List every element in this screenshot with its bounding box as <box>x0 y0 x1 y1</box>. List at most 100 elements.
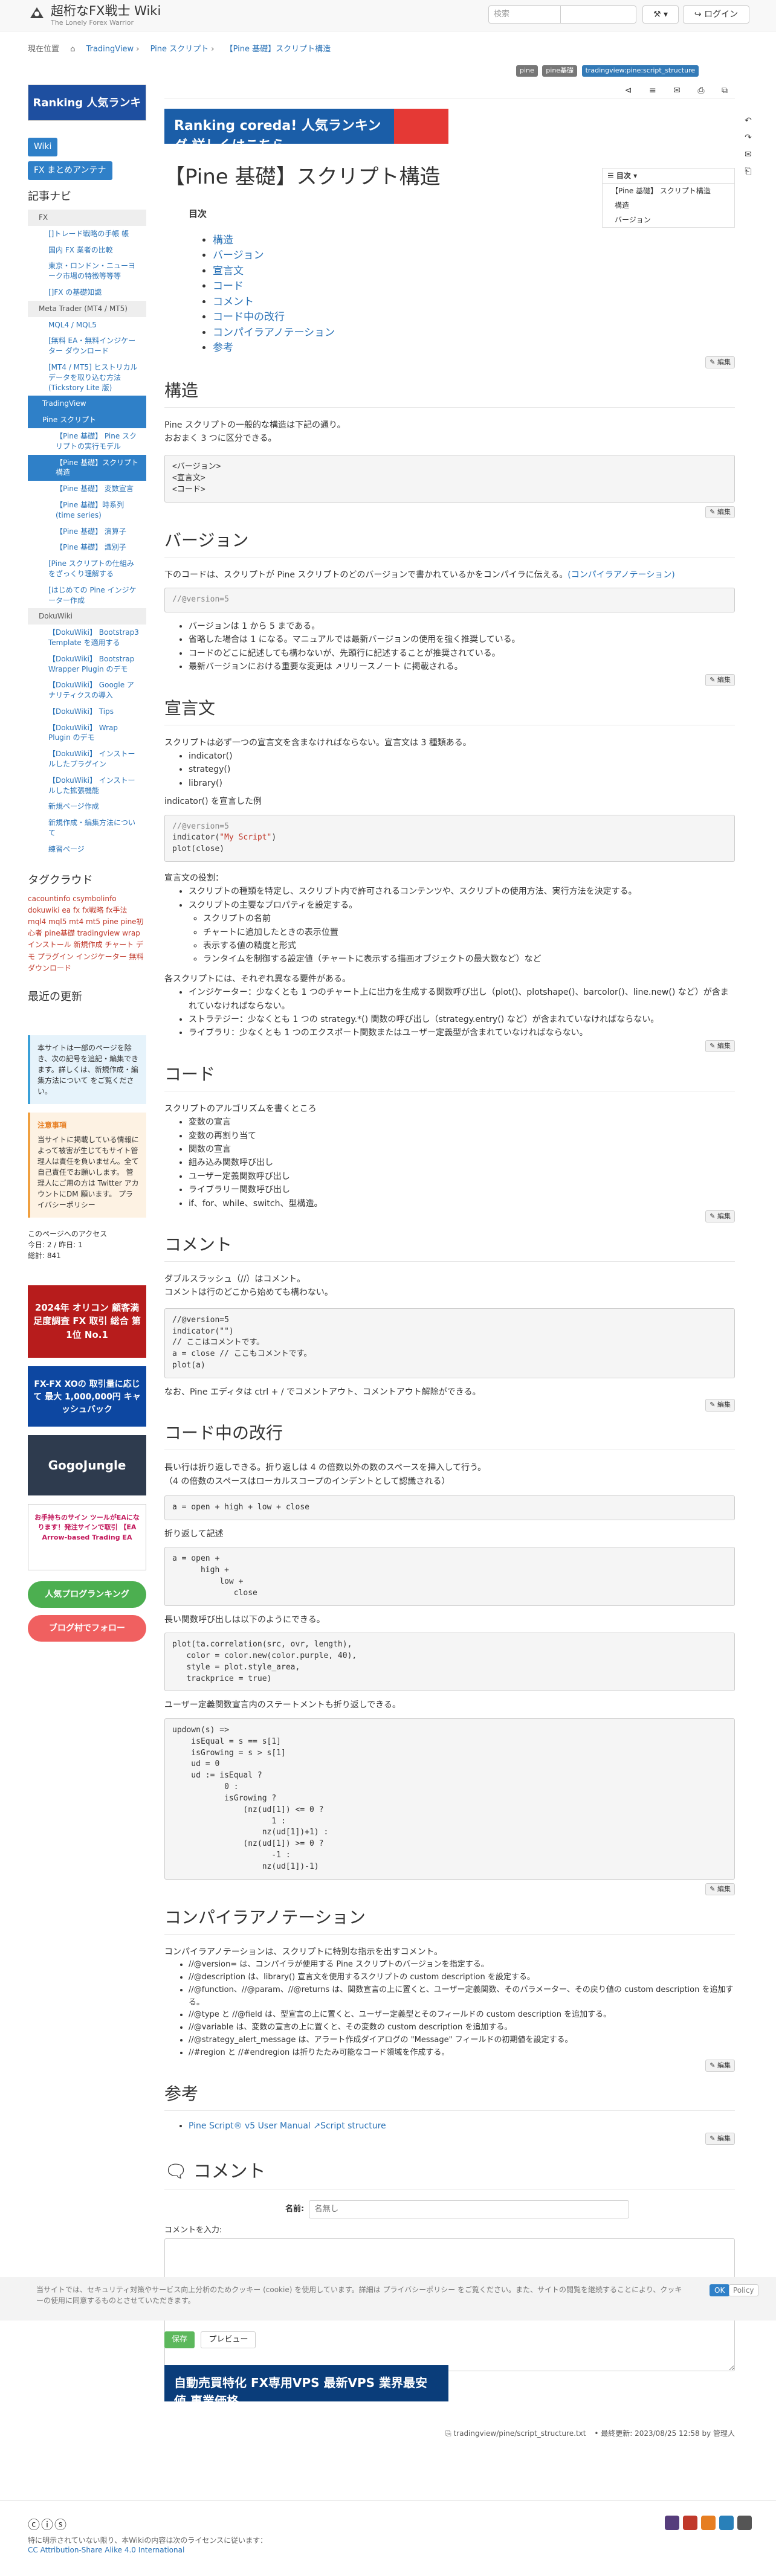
cookie-policy-button[interactable]: Policy <box>729 2284 758 2296</box>
edit-button[interactable]: ✎ 編集 <box>705 356 735 368</box>
sidebar-nav-item[interactable]: 【Pine 基礎】 識別子 <box>28 539 146 556</box>
toc-dropdown-item[interactable]: 構造 <box>603 198 734 213</box>
site-logo-icon[interactable] <box>28 4 46 22</box>
link-icon[interactable]: ⎗ <box>742 163 754 180</box>
sidebar-nav-item[interactable]: 【DokuWiki】 Bootstrap3 Template を適用する <box>28 625 146 651</box>
tools-dropdown-button[interactable]: ⚒ ▾ <box>642 5 679 24</box>
main-ranking-banner[interactable]: Ranking coreda! 人気ランキング 詳しくはこちら <box>164 109 448 153</box>
toc-dropdown-item[interactable]: バージョン <box>603 213 734 227</box>
comment-actions: 保存 プレビュー 自動売買特化 FX専用VPS 最新VPS 業界最安値 事業価格… <box>164 2331 735 2439</box>
toc-dropdown[interactable]: ☰ 目次 ▾ 【Pine 基礎】 スクリプト構造 構造 バージョン <box>602 168 735 228</box>
sidebar-nav-item[interactable]: Pine スクリプト <box>28 412 146 428</box>
sidebar-nav-item[interactable]: 【Pine 基礎】時系列 (time series) <box>28 497 146 524</box>
toc-link[interactable]: 宣言文 <box>213 265 244 277</box>
sidebar-nav-item[interactable]: 新規作成・編集方法について <box>28 815 146 841</box>
site-title[interactable]: 超桁なFX戦士 Wiki <box>51 4 161 19</box>
sidebar-nav-item[interactable]: 練習ページ <box>28 841 146 858</box>
toc-dropdown-item[interactable]: 【Pine 基礎】 スクリプト構造 <box>603 184 734 198</box>
edit-button[interactable]: ✎ 編集 <box>705 673 735 687</box>
sidebar-nav-item[interactable]: Meta Trader (MT4 / MT5) <box>28 300 146 317</box>
breadcrumb-current[interactable]: 【Pine 基礎】スクリプト構造 <box>225 45 331 54</box>
cc-license-icon[interactable]: ⓒⓘⓢ <box>28 2516 68 2534</box>
toc-link[interactable]: 参考 <box>213 342 233 354</box>
sidebar-nav-item[interactable]: 【Pine 基礎】 Pine スクリプトの実行モデル <box>28 428 146 455</box>
sidebar-nav-item[interactable]: [無料 EA・無料インジケーター ダウンロード <box>28 333 146 359</box>
name-input[interactable] <box>309 2200 630 2218</box>
sidebar-nav-item[interactable]: 【DokuWiki】 Google アナリティクスの導入 <box>28 677 146 704</box>
breadcrumb-pine[interactable]: Pine スクリプト <box>150 45 209 54</box>
edit-button[interactable]: ✎ 編集 <box>705 1039 735 1053</box>
sidebar-nav-item[interactable]: 【DokuWiki】 Tips <box>28 704 146 720</box>
sidebar-nav-item[interactable]: [はじめての Pine インジケーター作成 <box>28 582 146 609</box>
preview-button[interactable]: プレビュー <box>201 2331 256 2348</box>
sidebar-nav-item[interactable]: 国内 FX 業者の比較 <box>28 242 146 259</box>
breadcrumb-tradingview[interactable]: TradingView <box>86 45 134 54</box>
tag-cloud[interactable]: cacountinfo csymbolinfo dokuwiki ea fx f… <box>28 893 146 974</box>
sidebar-nav-item[interactable]: MQL4 / MQL5 <box>28 317 146 333</box>
edit-icon[interactable]: ↶ <box>742 112 754 129</box>
toc-link[interactable]: コード <box>213 280 244 292</box>
wiki-button[interactable]: Wiki <box>28 138 58 156</box>
sidebar-ranking-banner[interactable]: Ranking 人気ランキ <box>28 85 146 121</box>
ad-banner-1[interactable]: 2024年 オリコン 顧客満足度調査 FX 取引 総合 第1位 No.1 <box>28 1285 146 1358</box>
tag-page-id[interactable]: tradingview:pine:script_structure <box>581 65 699 77</box>
css3-icon[interactable] <box>719 2516 734 2530</box>
decl-role-subitem: 表示する値の精度と形式 <box>203 939 735 952</box>
follow-button[interactable]: ブログ村でフォロー <box>28 1614 146 1642</box>
save-button[interactable]: 保存 <box>164 2331 195 2348</box>
compiler-annotation-link[interactable]: (コンパイラアノテーション) <box>567 570 674 580</box>
home-icon[interactable]: ⌂ <box>70 45 75 54</box>
ad-banner-4[interactable]: お手持ちのサイン ツールがEAになります！発注サインで取引 【EA Arrow-… <box>28 1503 146 1570</box>
sidebar-nav-item[interactable]: 【Pine 基礎】 演算子 <box>28 524 146 540</box>
edit-button[interactable]: ✎ 編集 <box>705 1399 735 1412</box>
dokuwiki-icon[interactable] <box>737 2516 752 2530</box>
sidebar-nav-item[interactable]: [Pine スクリプトの仕組みをざっくり理解する <box>28 556 146 582</box>
toc-dropdown-title[interactable]: ☰ 目次 ▾ <box>603 169 734 184</box>
html5-icon[interactable] <box>701 2516 716 2530</box>
cookie-ok-button[interactable]: OK <box>710 2284 730 2296</box>
share-print-icons[interactable]: ⊲ ≡ ✉ ⎙ ⧉ <box>625 85 735 97</box>
edit-button[interactable]: ✎ 編集 <box>705 1210 735 1223</box>
ad-banner-2[interactable]: FX-FX XOの 取引量に応じて 最大 1,000,000円 キャッシュバック <box>28 1366 146 1427</box>
sidebar-nav-item[interactable]: 【DokuWiki】 Bootstrap Wrapper Plugin のデモ <box>28 651 146 678</box>
license-link[interactable]: CC Attribution-Share Alike 4.0 Internati… <box>28 2545 184 2555</box>
edit-button[interactable]: ✎ 編集 <box>705 2132 735 2145</box>
sidebar-nav-item[interactable]: 【DokuWiki】 インストールした拡張機能 <box>28 772 146 799</box>
search-input[interactable]: 検索 <box>488 5 561 24</box>
ranking-button[interactable]: 人気プログランキング <box>28 1581 146 1608</box>
tag-pine-basics[interactable]: pine基礎 <box>542 65 578 77</box>
sidebar-nav-item[interactable]: [MT4 / MT5] ヒストリカルデータを取り込む方法 (Tickstory … <box>28 359 146 396</box>
sidebar-nav-item[interactable]: 【DokuWiki】 Wrap Plugin のデモ <box>28 720 146 747</box>
antenna-button[interactable]: FX まとめアンテナ <box>28 161 112 180</box>
sidebar-nav-item[interactable]: FX <box>28 210 146 226</box>
structure-text-1: Pine スクリプトの一般的な構造は下記の通り。 <box>164 420 346 430</box>
sidebar-nav-item[interactable]: TradingView <box>28 396 146 413</box>
backlinks-icon[interactable]: ✉ <box>742 146 754 163</box>
sidebar-nav-item[interactable]: 新規ページ作成 <box>28 798 146 815</box>
login-button[interactable]: ↪ ログイン <box>683 5 749 24</box>
sidebar-nav-item[interactable]: DokuWiki <box>28 608 146 625</box>
vps-banner[interactable]: 自動売買特化 FX専用VPS 最新VPS 業界最安値 事業価格 <box>164 2365 448 2408</box>
sidebar-nav-item[interactable]: 東京・ロンドン・ニューヨーク市場の特徴等等等 <box>28 258 146 284</box>
toc-link[interactable]: コメント <box>213 296 254 308</box>
sidebar-nav-item[interactable]: 【Pine 基礎】スクリプト構造 <box>28 454 146 481</box>
bootstrap-icon[interactable] <box>665 2516 679 2530</box>
search-button[interactable] <box>561 5 636 24</box>
ad-banner-3[interactable]: GogoJungle <box>28 1434 146 1495</box>
toc-link[interactable]: バージョン <box>213 249 264 262</box>
php-icon[interactable] <box>683 2516 697 2530</box>
edit-button[interactable]: ✎ 編集 <box>705 506 735 519</box>
edit-button[interactable]: ✎ 編集 <box>705 1883 735 1896</box>
sidebar-nav-item[interactable]: 【DokuWiki】 インストールしたプラグイン <box>28 746 146 772</box>
sidebar-nav-item[interactable]: []FX の基礎知識 <box>28 284 146 301</box>
revisions-icon[interactable]: ↷ <box>742 129 754 146</box>
tag-pine[interactable]: pine <box>516 65 538 77</box>
toc-link[interactable]: コンパイラアノテーション <box>213 327 335 339</box>
toc-link[interactable]: コード中の改行 <box>213 311 285 323</box>
reference-link[interactable]: Pine Script® v5 User Manual ↗Script stru… <box>189 2121 386 2131</box>
main-content: ⊲ ≡ ✉ ⎙ ⧉ Ranking coreda! 人気ランキング 詳しくはこち… <box>164 85 735 2375</box>
toc-link[interactable]: 構造 <box>213 234 233 246</box>
sidebar-nav-item[interactable]: []トレード戦略の手帳 帳 <box>28 226 146 242</box>
edit-button[interactable]: ✎ 編集 <box>705 2059 735 2072</box>
sidebar-nav-item[interactable]: 【Pine 基礎】 変数宣言 <box>28 481 146 497</box>
